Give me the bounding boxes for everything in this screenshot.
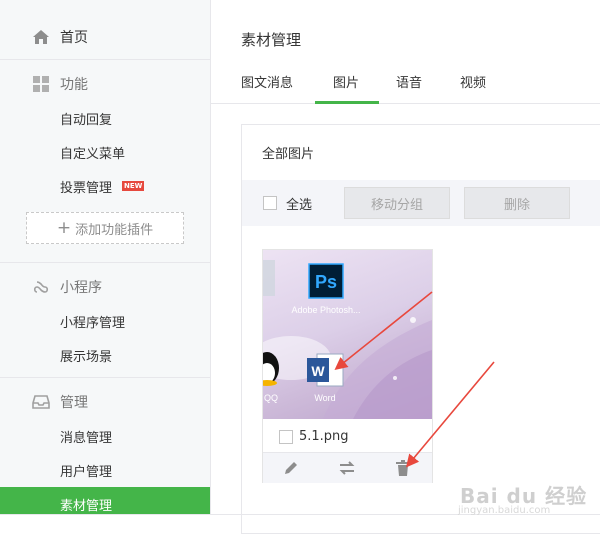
svg-text:W: W <box>311 363 325 379</box>
plus-icon: + <box>56 217 72 238</box>
sidebar-item-label: 素材管理 <box>60 498 113 514</box>
tab-voice[interactable]: 语音 <box>396 72 422 91</box>
sidebar-item-message-manage[interactable]: 消息管理 <box>0 419 210 453</box>
tabs-divider <box>211 103 600 104</box>
sidebar-item-label: 投票管理 <box>60 180 113 196</box>
sidebar-item-display-scene[interactable]: 展示场景 <box>0 338 210 372</box>
sidebar-item-auto-reply[interactable]: 自动回复 <box>0 101 210 135</box>
divider <box>0 59 210 60</box>
divider <box>0 377 210 378</box>
sidebar-item-label: 小程序管理 <box>60 315 126 331</box>
sidebar-item-material-manage[interactable]: 素材管理 <box>0 487 210 515</box>
sidebar-item-label: 用户管理 <box>60 464 113 480</box>
watermark-url: jingyan.baidu.com <box>458 505 551 516</box>
image-file-name: 5.1.png <box>299 429 349 444</box>
image-thumbnail[interactable]: Ps Adobe Photosh... QQ W Word <box>263 250 432 419</box>
sidebar-item-label: 展示场景 <box>60 349 113 365</box>
select-all-checkbox[interactable] <box>263 196 277 210</box>
page-title: 素材管理 <box>241 31 302 49</box>
home-icon <box>33 30 49 44</box>
image-checkbox[interactable] <box>279 430 293 444</box>
mini-program-icon <box>33 281 49 293</box>
thumb-label-qq: QQ <box>264 393 278 403</box>
svg-text:Ps: Ps <box>315 272 337 292</box>
trash-icon[interactable] <box>394 459 412 477</box>
thumb-label-word: Word <box>314 393 335 403</box>
recycle-bin-icon <box>263 260 275 296</box>
tab-news[interactable]: 图文消息 <box>241 72 293 91</box>
sidebar-item-mini-program-manage[interactable]: 小程序管理 <box>0 304 210 338</box>
add-plugin-label: 添加功能插件 <box>75 222 154 238</box>
inbox-icon <box>32 395 50 409</box>
sidebar-item-custom-menu[interactable]: 自定义菜单 <box>0 135 210 169</box>
delete-button[interactable]: 删除 <box>464 187 570 219</box>
edit-icon[interactable] <box>282 459 300 477</box>
nav-section-functions: 功能 <box>0 67 210 101</box>
nav-section-manage: 管理 <box>0 385 210 419</box>
section-label: 小程序 <box>60 280 102 296</box>
active-tab-indicator <box>315 101 379 104</box>
thumbnail-art: Ps Adobe Photosh... QQ W Word <box>263 260 432 419</box>
nav-home[interactable]: 首页 <box>0 20 210 54</box>
sidebar-item-label: 消息管理 <box>60 430 113 446</box>
panel-title: 全部图片 <box>262 147 315 162</box>
sidebar-item-label: 自定义菜单 <box>60 146 126 162</box>
image-card-actions <box>263 452 432 483</box>
move-group-button[interactable]: 移动分组 <box>344 187 450 219</box>
sidebar-item-vote[interactable]: 投票管理 NEW <box>0 169 210 203</box>
select-all-label: 全选 <box>286 198 313 213</box>
nav-home-label: 首页 <box>60 30 88 46</box>
word-icon: W <box>307 353 344 387</box>
divider <box>0 262 210 263</box>
section-label: 管理 <box>60 395 88 411</box>
grid-icon <box>33 76 49 92</box>
sidebar-item-label: 自动回复 <box>60 112 113 128</box>
move-icon[interactable] <box>338 459 356 477</box>
thumb-label-ps: Adobe Photosh... <box>291 305 360 315</box>
tab-images[interactable]: 图片 <box>333 72 359 91</box>
section-label: 功能 <box>60 77 88 93</box>
sidebar: 首页 功能 自动回复 自定义菜单 投票管理 NEW + 添加功能插件 小程序 小… <box>0 0 211 515</box>
add-plugin-button[interactable]: + 添加功能插件 <box>26 212 184 244</box>
nav-section-mini-program: 小程序 <box>0 270 210 304</box>
tab-video[interactable]: 视频 <box>460 72 486 91</box>
sidebar-item-user-manage[interactable]: 用户管理 <box>0 453 210 487</box>
new-badge: NEW <box>122 181 145 191</box>
